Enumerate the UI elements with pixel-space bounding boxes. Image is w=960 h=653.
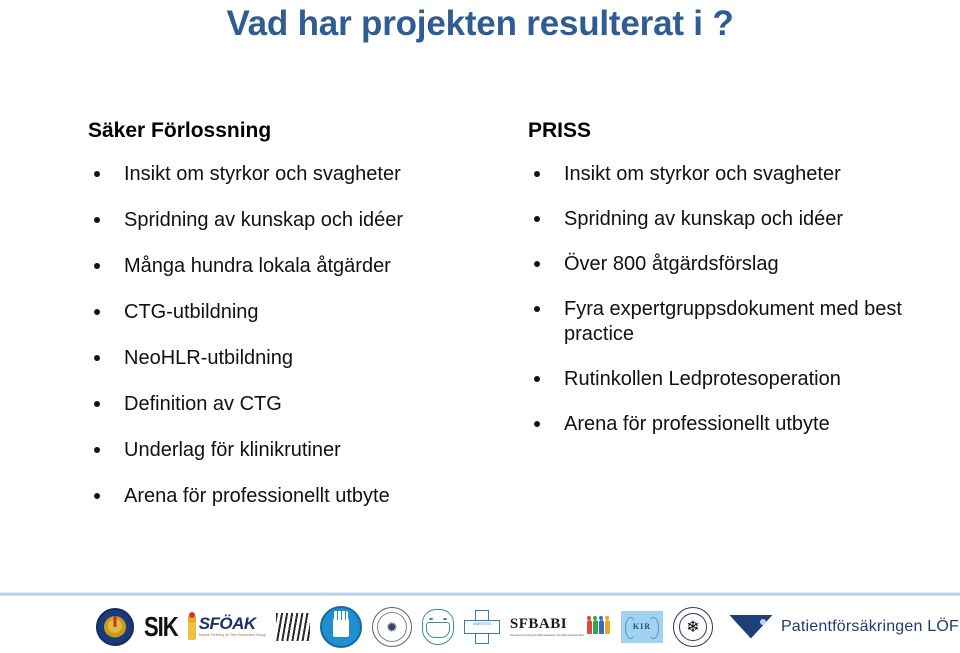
bullet-icon [534,261,540,267]
sfbabi-children-icon [586,619,611,634]
list-item-label: Över 800 åtgärdsförslag [564,253,779,275]
bullet-icon [534,421,540,427]
sik-label: SIK [144,610,179,642]
sfbabi-logo-icon: SFBABI Svensk Förening för Barnanestesi … [509,615,611,637]
column-priss: PRISS Insikt om styrkor och svagheter Sp… [528,118,938,457]
sfbabi-label: SFBABI [509,615,568,632]
list-item-label: Insikt om styrkor och svagheter [124,163,401,185]
bullet-icon [94,217,100,223]
patientforsakringen-lof-logo-icon: Patientförsäkringen LÖF [728,614,959,639]
list-item-label: Rutinkollen Ledprotesoperation [564,368,841,390]
list-item-label: Arena för professionellt utbyte [564,413,830,435]
bullet-icon [94,447,100,453]
list-item: CTG-utbildning [88,300,503,325]
medical-cross-logo-icon: ANESTESI [463,609,500,644]
list-item-label: Spridning av kunskap och idéer [124,209,404,231]
list-item: Över 800 åtgärdsförslag [528,252,938,277]
bullet-icon [534,216,540,222]
bullet-icon [94,263,100,269]
kir-label: KIR [632,621,651,631]
footer-divider [0,592,960,596]
lof-chevron-icon [728,614,773,639]
cross-label: ANESTESI [473,621,491,626]
list-item: Insikt om styrkor och svagheter [528,162,938,187]
bullet-list-right: Insikt om styrkor och svagheter Spridnin… [528,162,938,437]
list-item-label: CTG-utbildning [124,301,259,323]
content-columns: Säker Förlossning Insikt om styrkor och … [0,118,960,558]
masked-face-logo-icon [421,608,454,645]
sik-wordmark-icon: SIK [144,610,179,641]
list-item-label: Underlag för klinikrutiner [124,439,341,461]
list-item: Många hundra lokala åtgärder [88,254,503,279]
bullet-icon [534,306,540,312]
list-item: Rutinkollen Ledprotesoperation [528,367,938,392]
list-item-label: Definition av CTG [124,393,282,415]
list-item-label: Insikt om styrkor och svagheter [564,163,841,185]
bullet-icon [534,376,540,382]
column-saker-forlossning: Säker Förlossning Insikt om styrkor och … [88,118,503,530]
bullet-icon [94,493,100,499]
kir-logo-icon: KIR [620,610,663,643]
sfoak-sublabel: Svensk Förening för Övre Abdominell Kiru… [198,633,266,638]
list-item: Spridning av kunskap och idéer [528,207,938,232]
svenska-lakaresallskapet-seal-icon [96,607,134,646]
column-heading-left: Säker Förlossning [88,119,272,142]
sfoak-logo-icon: SFÖAK Svensk Förening för Övre Abdominel… [187,613,266,640]
bullet-icon [534,171,540,177]
list-item-label: Arena för professionellt utbyte [124,485,390,507]
fish-seal-logo-icon: ❄ [672,606,713,647]
list-item: Insikt om styrkor och svagheter [88,162,503,187]
list-item: Arena för professionellt utbyte [528,412,938,437]
bullet-icon [94,171,100,177]
page-title: Vad har projekten resulterat i ? [226,4,734,43]
list-item-label: NeoHLR-utbildning [124,347,293,369]
lof-label: Patientförsäkringen LÖF [780,617,959,635]
sfoak-figure-icon [187,613,196,640]
slide-canvas: Vad har projekten resulterat i ? Säker F… [0,0,960,653]
blue-hand-circle-logo-icon [319,605,362,648]
sfbabi-sublabel: Svensk Förening för Barnanestesi och Bar… [509,632,584,637]
list-item-label: Fyra expertgruppsdokument med best pract… [564,298,902,345]
partner-logo-strip: SIK SFÖAK Svensk Förening för Övre Abdom… [0,600,960,653]
circular-seal-logo-icon: ✹ [371,606,412,647]
list-item: Definition av CTG [88,392,503,417]
list-item: Fyra expertgruppsdokument med best pract… [528,297,938,347]
sfoak-label: SFÖAK [198,614,257,634]
list-item: Underlag för klinikrutiner [88,438,503,463]
list-item: NeoHLR-utbildning [88,346,503,371]
bullet-icon [94,401,100,407]
bullet-list-left: Insikt om styrkor och svagheter Spridnin… [88,162,503,509]
list-item-label: Spridning av kunskap och idéer [564,208,844,230]
column-heading-right: PRISS [528,119,592,142]
striped-logo-icon [275,612,310,641]
list-item: Spridning av kunskap och idéer [88,208,503,233]
list-item-label: Många hundra lokala åtgärder [124,255,391,277]
bullet-icon [94,355,100,361]
bullet-icon [94,309,100,315]
list-item: Arena för professionellt utbyte [88,484,503,509]
